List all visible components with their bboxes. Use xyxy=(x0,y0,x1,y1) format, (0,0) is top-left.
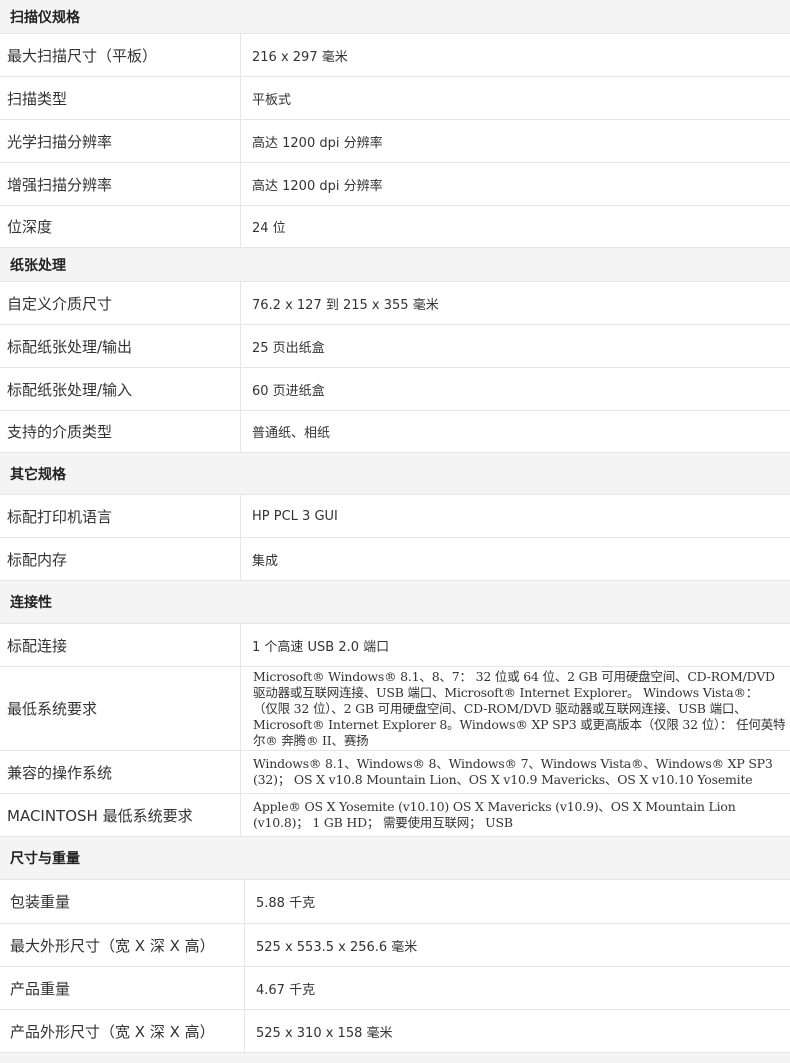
spec-row: 标配纸张处理/输出 25 页出纸盒 xyxy=(0,325,790,368)
spec-label: 扫描类型 xyxy=(0,77,241,119)
spec-row: 最低系统要求 Microsoft® Windows® 8.1、8、7： 32 位… xyxy=(0,667,790,751)
spec-label: 产品重量 xyxy=(0,967,245,1009)
spec-row: 兼容的操作系统 Windows® 8.1、Windows® 8、Windows®… xyxy=(0,751,790,794)
spec-value: Microsoft® Windows® 8.1、8、7： 32 位或 64 位、… xyxy=(253,668,786,748)
spec-row: 产品重量 4.67 千克 xyxy=(0,967,790,1010)
spec-label: 光学扫描分辨率 xyxy=(0,120,241,162)
spec-label: 自定义介质尺寸 xyxy=(0,282,241,324)
spec-row: 位深度 24 位 xyxy=(0,206,790,248)
spec-row: 增强扫描分辨率 高达 1200 dpi 分辨率 xyxy=(0,163,790,206)
spec-row: 标配打印机语言 HP PCL 3 GUI xyxy=(0,495,790,538)
spec-label: 支持的介质类型 xyxy=(0,411,241,452)
spec-value: 5.88 千克 xyxy=(256,896,316,911)
spec-row: 标配内存 集成 xyxy=(0,538,790,581)
spec-row: 支持的介质类型 普通纸、相纸 xyxy=(0,411,790,453)
spec-value: 525 x 553.5 x 256.6 毫米 xyxy=(256,939,418,955)
spec-row: MACINTOSH 最低系统要求 Apple® OS X Yosemite (v… xyxy=(0,794,790,837)
spec-value: 76.2 x 127 到 215 x 355 毫米 xyxy=(252,297,439,313)
spec-row: 扫描类型 平板式 xyxy=(0,77,790,120)
spec-label: 位深度 xyxy=(0,206,241,247)
spec-label: 标配内存 xyxy=(0,538,241,580)
spec-row: 标配纸张处理/输入 60 页进纸盒 xyxy=(0,368,790,411)
spec-label: 包装重量 xyxy=(0,880,245,923)
spec-label: MACINTOSH 最低系统要求 xyxy=(0,794,241,836)
section-header-other: 其它规格 xyxy=(0,453,790,495)
section-header-dimensions: 尺寸与重量 xyxy=(0,837,790,880)
spec-label: 最大扫描尺寸（平板） xyxy=(0,34,241,76)
section-title: 尺寸与重量 xyxy=(10,851,80,867)
section-header-paper: 纸张处理 xyxy=(0,248,790,282)
spec-label: 增强扫描分辨率 xyxy=(0,163,241,205)
spec-value: 4.67 千克 xyxy=(256,982,316,998)
table-footer-band xyxy=(0,1053,790,1063)
spec-value: 525 x 310 x 158 毫米 xyxy=(256,1025,393,1041)
spec-row: 自定义介质尺寸 76.2 x 127 到 215 x 355 毫米 xyxy=(0,282,790,325)
section-title: 其它规格 xyxy=(10,466,66,483)
spec-row: 最大外形尺寸（宽 X 深 X 高） 525 x 553.5 x 256.6 毫米 xyxy=(0,924,790,967)
spec-label: 标配纸张处理/输出 xyxy=(0,325,241,367)
spec-label: 标配纸张处理/输入 xyxy=(0,368,241,410)
spec-row: 最大扫描尺寸（平板） 216 x 297 毫米 xyxy=(0,34,790,77)
spec-row: 光学扫描分辨率 高达 1200 dpi 分辨率 xyxy=(0,120,790,163)
spec-value: 普通纸、相纸 xyxy=(252,426,331,441)
spec-label: 标配打印机语言 xyxy=(0,495,241,537)
spec-label: 最大外形尺寸（宽 X 深 X 高） xyxy=(0,924,245,966)
spec-value: 集成 xyxy=(252,553,279,569)
section-title: 纸张处理 xyxy=(10,257,66,274)
spec-value: 高达 1200 dpi 分辨率 xyxy=(252,135,383,151)
spec-label: 最低系统要求 xyxy=(0,667,241,750)
spec-label: 兼容的操作系统 xyxy=(0,751,241,793)
spec-value: 高达 1200 dpi 分辨率 xyxy=(252,178,383,194)
section-header-scanner: 扫描仪规格 xyxy=(0,0,790,34)
spec-row: 标配连接 1 个高速 USB 2.0 端口 xyxy=(0,624,790,667)
spec-value: 平板式 xyxy=(252,92,292,108)
spec-label: 标配连接 xyxy=(0,624,241,666)
spec-value: 24 位 xyxy=(252,221,286,236)
spec-table: 扫描仪规格 最大扫描尺寸（平板） 216 x 297 毫米 扫描类型 平板式 光… xyxy=(0,0,790,1063)
spec-label: 产品外形尺寸（宽 X 深 X 高） xyxy=(0,1010,245,1052)
spec-value: 1 个高速 USB 2.0 端口 xyxy=(252,639,390,655)
spec-value: HP PCL 3 GUI xyxy=(252,508,338,524)
spec-value: Apple® OS X Yosemite (v10.10) OS X Maver… xyxy=(253,799,736,830)
section-title: 连接性 xyxy=(10,595,52,611)
spec-value: Windows® 8.1、Windows® 8、Windows® 7、Windo… xyxy=(253,756,773,787)
spec-value: 25 页出纸盒 xyxy=(252,340,325,356)
spec-value: 216 x 297 毫米 xyxy=(252,49,348,65)
spec-row: 包装重量 5.88 千克 xyxy=(0,880,790,924)
section-title: 扫描仪规格 xyxy=(10,9,80,26)
spec-row: 产品外形尺寸（宽 X 深 X 高） 525 x 310 x 158 毫米 xyxy=(0,1010,790,1053)
section-header-connectivity: 连接性 xyxy=(0,581,790,624)
spec-value: 60 页进纸盒 xyxy=(252,383,325,399)
